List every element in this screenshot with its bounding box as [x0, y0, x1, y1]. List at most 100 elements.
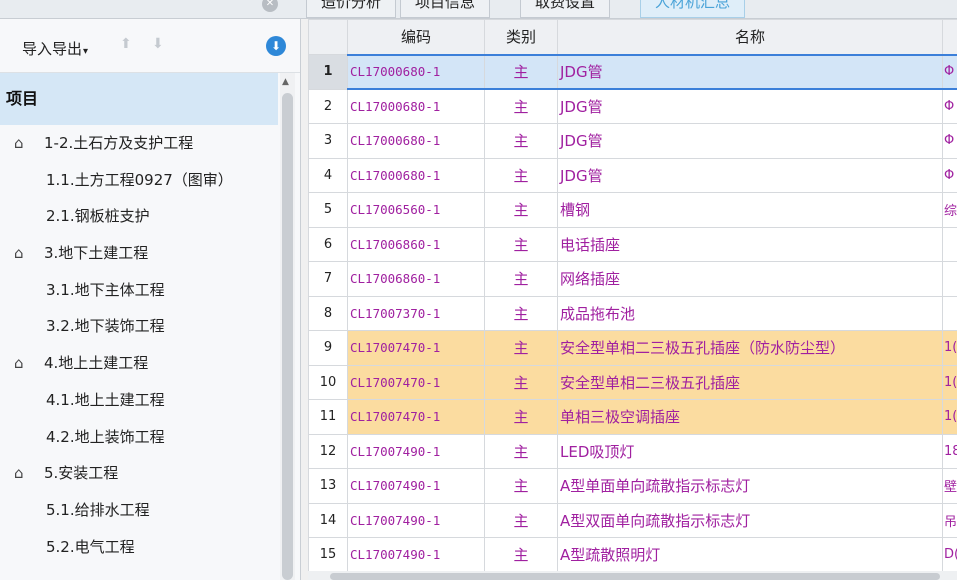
- row-number[interactable]: 5: [308, 192, 348, 228]
- cell-type[interactable]: 主: [484, 53, 558, 90]
- cell-type[interactable]: 主: [484, 295, 558, 331]
- cell-spec[interactable]: 1(: [942, 399, 957, 435]
- table-row[interactable]: 4 CL17000680-1 主 JDG管 Φ: [308, 157, 957, 193]
- cell-spec[interactable]: [942, 295, 957, 331]
- tree-root-project[interactable]: 项目: [0, 73, 278, 125]
- tree-item[interactable]: 4.2.地上装饰工程: [0, 419, 278, 456]
- cell-code[interactable]: CL17006860-1: [347, 226, 485, 262]
- cell-name[interactable]: JDG管: [557, 157, 943, 193]
- cell-spec[interactable]: Φ: [942, 123, 957, 159]
- cell-code[interactable]: CL17000680-1: [347, 157, 485, 193]
- tree-item[interactable]: ⌂ 1-2.土石方及支护工程: [0, 125, 278, 162]
- tree-item[interactable]: 5.1.给排水工程: [0, 492, 278, 529]
- cell-type[interactable]: 主: [484, 88, 558, 124]
- row-number[interactable]: 8: [308, 295, 348, 331]
- header-code[interactable]: 编码: [347, 19, 485, 55]
- table-row[interactable]: 5 CL17006560-1 主槽钢综: [308, 192, 957, 228]
- cell-name[interactable]: A型疏散照明灯: [557, 537, 943, 573]
- table-row[interactable]: 15CL17007490-1主A型疏散照明灯D(: [308, 537, 957, 573]
- cell-name[interactable]: 成品拖布池: [557, 295, 943, 331]
- table-row[interactable]: 13 CL17007490-1 主 A型单面单向疏散指示标志灯壁: [308, 468, 957, 504]
- row-number[interactable]: 2: [308, 88, 348, 124]
- cell-type[interactable]: 主: [484, 192, 558, 228]
- row-number[interactable]: 13: [308, 468, 348, 504]
- cell-name[interactable]: JDG管: [557, 53, 943, 90]
- cell-type[interactable]: 主: [484, 468, 558, 504]
- cell-code[interactable]: CL17007490-1: [347, 468, 485, 504]
- cell-name[interactable]: LED吸顶灯: [557, 433, 943, 469]
- cell-spec[interactable]: 综: [942, 192, 957, 228]
- cell-name[interactable]: 槽钢: [557, 192, 943, 228]
- row-number[interactable]: 6: [308, 226, 348, 262]
- tab-cost-analysis[interactable]: 造价分析: [306, 0, 397, 18]
- tree-item[interactable]: ⌂ 5.安装工程: [0, 455, 278, 492]
- cell-name[interactable]: JDG管: [557, 88, 943, 124]
- cell-spec[interactable]: Φ: [942, 157, 957, 193]
- table-row[interactable]: 2 CL17000680-1 主 JDG管 Φ: [308, 88, 957, 124]
- tree-item[interactable]: 3.1.地下主体工程: [0, 272, 278, 309]
- cell-type[interactable]: 主: [484, 123, 558, 159]
- download-icon[interactable]: ⬇: [266, 36, 286, 56]
- table-row[interactable]: 11 CL17007470-1 主单相三极空调插座 1(: [308, 399, 957, 435]
- row-number[interactable]: 10: [308, 364, 348, 400]
- cell-code[interactable]: CL17000680-1: [347, 88, 485, 124]
- import-export-menu[interactable]: 导入导出▾: [22, 38, 88, 59]
- cell-type[interactable]: 主: [484, 157, 558, 193]
- cell-name[interactable]: 网络插座: [557, 261, 943, 297]
- row-number[interactable]: 12: [308, 433, 348, 469]
- cell-name[interactable]: 安全型单相二三极五孔插座: [557, 364, 943, 400]
- cell-code[interactable]: CL17007370-1: [347, 295, 485, 331]
- arrow-down-icon[interactable]: ⬇: [152, 36, 164, 52]
- cell-type[interactable]: 主: [484, 330, 558, 366]
- cell-type[interactable]: 主: [484, 537, 558, 573]
- cell-type[interactable]: 主: [484, 399, 558, 435]
- grid-horizontal-scrollbar[interactable]: [308, 571, 957, 580]
- arrow-up-icon[interactable]: ⬆: [120, 36, 132, 52]
- cell-code[interactable]: CL17007470-1: [347, 330, 485, 366]
- table-row[interactable]: 1 CL17000680-1 主 JDG管 Φ: [308, 53, 957, 90]
- row-number[interactable]: 11: [308, 399, 348, 435]
- table-row[interactable]: 3 CL17000680-1 主 JDG管 Φ: [308, 123, 957, 159]
- tab-project-info[interactable]: 项目信息: [400, 0, 491, 18]
- cell-spec[interactable]: [942, 226, 957, 262]
- header-name[interactable]: 名称: [557, 19, 943, 55]
- cell-name[interactable]: JDG管: [557, 123, 943, 159]
- cell-code[interactable]: CL17007490-1: [347, 502, 485, 538]
- cell-type[interactable]: 主: [484, 502, 558, 538]
- tree-item[interactable]: 1.1.土方工程0927（图审）: [0, 162, 278, 199]
- cell-code[interactable]: CL17000680-1: [347, 53, 485, 90]
- cell-name[interactable]: 单相三极空调插座: [557, 399, 943, 435]
- scrollbar-thumb[interactable]: [330, 573, 940, 580]
- tree-item[interactable]: 4.1.地上土建工程: [0, 382, 278, 419]
- row-number[interactable]: 14: [308, 502, 348, 538]
- tree-item[interactable]: ⌂ 3.地下土建工程: [0, 235, 278, 272]
- tree-item[interactable]: 5.2.电气工程: [0, 529, 278, 566]
- row-number[interactable]: 1: [308, 54, 348, 90]
- close-icon[interactable]: ✕: [262, 0, 278, 12]
- table-row[interactable]: 12CL17007490-1主LED吸顶灯18: [308, 433, 957, 469]
- cell-code[interactable]: CL17006560-1: [347, 192, 485, 228]
- row-number[interactable]: 3: [308, 123, 348, 159]
- cell-type[interactable]: 主: [484, 433, 558, 469]
- table-row[interactable]: 6 CL17006860-1 主电话插座: [308, 226, 957, 262]
- cell-name[interactable]: A型双面单向疏散指示标志灯: [557, 502, 943, 538]
- tree-scrollbar[interactable]: ▲: [280, 73, 295, 580]
- row-number[interactable]: 4: [308, 157, 348, 193]
- cell-type[interactable]: 主: [484, 364, 558, 400]
- tree-item[interactable]: 3.2.地下装饰工程: [0, 308, 278, 345]
- tree-item[interactable]: 2.1.钢板桩支护: [0, 198, 278, 235]
- cell-spec[interactable]: 壁: [942, 468, 957, 504]
- row-number[interactable]: 15: [308, 537, 348, 573]
- row-number[interactable]: 9: [308, 330, 348, 366]
- cell-code[interactable]: CL17006860-1: [347, 261, 485, 297]
- cell-spec[interactable]: 吊: [942, 502, 957, 538]
- header-type[interactable]: 类别: [484, 19, 558, 55]
- table-row[interactable]: 8 CL17007370-1 主成品拖布池: [308, 295, 957, 331]
- cell-spec[interactable]: Φ: [942, 88, 957, 124]
- cell-name[interactable]: 电话插座: [557, 226, 943, 262]
- tab-fee-settings[interactable]: 取费设置: [520, 0, 611, 18]
- row-number[interactable]: 7: [308, 261, 348, 297]
- cell-name[interactable]: A型单面单向疏散指示标志灯: [557, 468, 943, 504]
- cell-name[interactable]: 安全型单相二三极五孔插座（防水防尘型）: [557, 330, 943, 366]
- cell-code[interactable]: CL17007490-1: [347, 537, 485, 573]
